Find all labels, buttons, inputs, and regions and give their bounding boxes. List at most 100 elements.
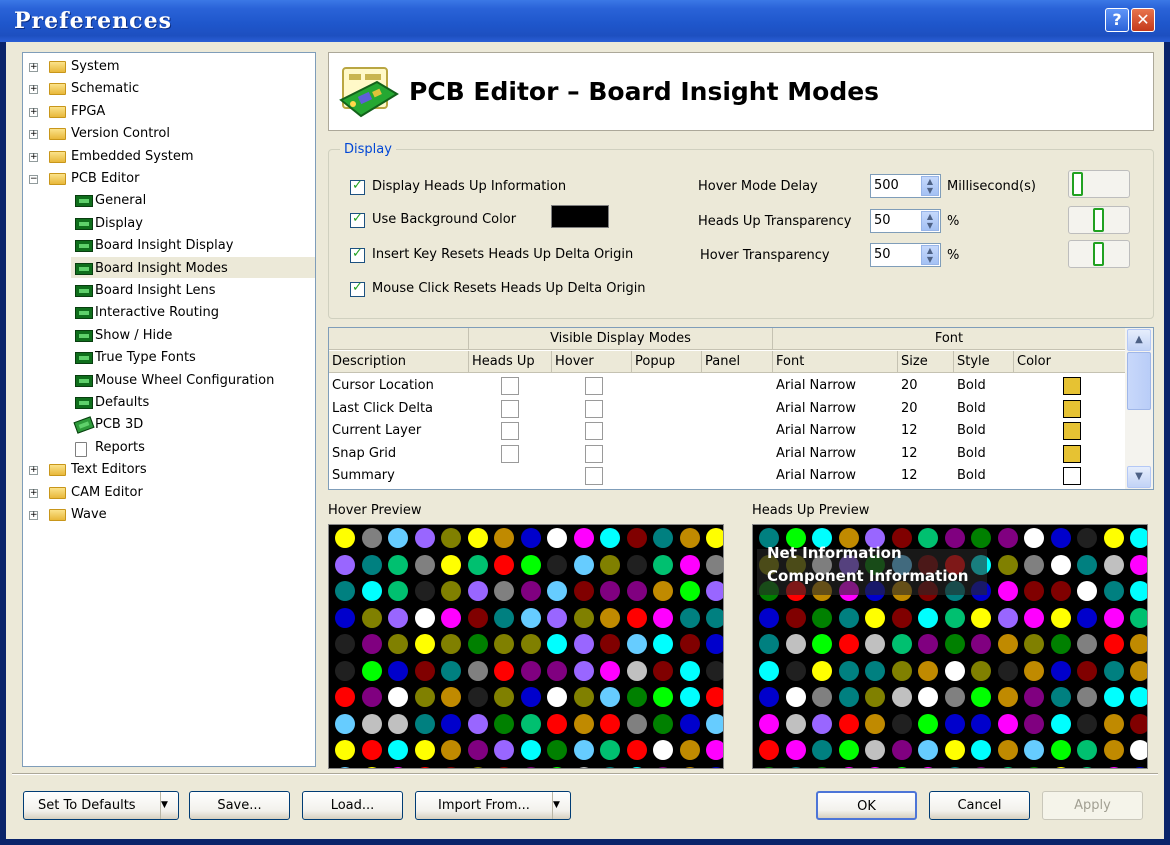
tree-item-pcb-3d[interactable]: PCB 3D xyxy=(23,415,315,435)
heads-up-checkbox[interactable] xyxy=(501,377,519,395)
hover-transparency-spinner[interactable]: 50 ▲ ▼ xyxy=(870,243,941,267)
hover-checkbox[interactable] xyxy=(585,467,603,485)
collapse-icon[interactable]: − xyxy=(29,175,38,184)
display-heads-up-checkbox[interactable]: ✓ xyxy=(350,178,365,195)
apply-button[interactable]: Apply xyxy=(1042,791,1143,820)
tree-item-version-control[interactable]: + Version Control xyxy=(23,124,315,144)
hover-checkbox[interactable] xyxy=(585,399,603,418)
heads-up-checkbox[interactable] xyxy=(501,399,519,418)
col-hover[interactable]: Hover xyxy=(552,351,632,373)
col-description[interactable]: Description xyxy=(329,351,469,373)
col-heads-up[interactable]: Heads Up xyxy=(469,351,552,373)
tree-item-fpga[interactable]: + FPGA xyxy=(23,102,315,122)
tree-item-true-type-fonts[interactable]: True Type Fonts xyxy=(23,348,315,368)
color-swatch[interactable] xyxy=(1063,444,1081,463)
spinner-arrows-icon[interactable]: ▲ ▼ xyxy=(921,211,939,231)
preview-dot xyxy=(865,607,885,628)
tree-item-board-insight-lens[interactable]: Board Insight Lens xyxy=(23,281,315,301)
tree-item-board-insight-display[interactable]: Board Insight Display xyxy=(23,236,315,256)
tree-item-cam-editor[interactable]: + CAM Editor xyxy=(23,483,315,503)
tree-item-mouse-wheel-configuration[interactable]: Mouse Wheel Configuration xyxy=(23,371,315,391)
hover-checkbox[interactable] xyxy=(585,444,603,463)
table-row[interactable]: Snap Grid Arial Narrow 12 Bold xyxy=(329,443,1125,465)
color-swatch[interactable] xyxy=(1063,422,1081,440)
mouse-click-resets-checkbox[interactable]: ✓ xyxy=(350,280,365,297)
slider-thumb-icon[interactable] xyxy=(1093,208,1104,232)
table-row[interactable]: Last Click Delta Arial Narrow 20 Bold xyxy=(329,398,1125,420)
heads-up-checkbox[interactable] xyxy=(501,444,519,463)
expand-icon[interactable]: + xyxy=(29,488,38,498)
background-color-swatch[interactable] xyxy=(551,205,609,228)
scroll-up-icon[interactable]: ▲ xyxy=(1127,329,1151,351)
table-scrollbar[interactable]: ▲ ▼ xyxy=(1125,328,1153,489)
tree-item-wave[interactable]: + Wave xyxy=(23,505,315,525)
tree-item-schematic[interactable]: + Schematic xyxy=(23,79,315,99)
scroll-thumb[interactable] xyxy=(1127,352,1151,410)
hover-mode-delay-spinner[interactable]: 500 ▲ ▼ xyxy=(870,174,941,198)
tree-item-pcb-editor[interactable]: − PCB Editor xyxy=(23,169,315,189)
expand-icon[interactable]: + xyxy=(29,63,38,72)
cancel-button[interactable]: Cancel xyxy=(929,791,1030,820)
tree-item-show-hide[interactable]: Show / Hide xyxy=(23,326,315,346)
col-size[interactable]: Size xyxy=(898,351,954,373)
use-background-color-checkbox[interactable]: ✓ xyxy=(350,211,365,228)
title-bar[interactable]: Preferences ? ✕ xyxy=(0,0,1170,42)
tree-item-label: Interactive Routing xyxy=(95,305,220,321)
tree-item-general[interactable]: General xyxy=(23,191,315,211)
hover-checkbox[interactable] xyxy=(585,377,603,395)
table-row[interactable]: Cursor Location Arial Narrow 20 Bold xyxy=(329,375,1125,397)
expand-icon[interactable]: + xyxy=(29,511,38,520)
dropdown-arrow-icon[interactable]: ▼ xyxy=(160,792,178,819)
tree-item-display[interactable]: Display xyxy=(23,214,315,234)
table-row[interactable]: Current Layer Arial Narrow 12 Bold xyxy=(329,420,1125,442)
expand-icon[interactable]: + xyxy=(29,152,38,162)
tree-item-text-editors[interactable]: + Text Editors xyxy=(23,460,315,480)
heads-up-transparency-spinner[interactable]: 50 ▲ ▼ xyxy=(870,209,941,233)
col-panel[interactable]: Panel xyxy=(702,351,773,373)
hover-transparency-slider[interactable] xyxy=(1068,240,1130,268)
color-swatch[interactable] xyxy=(1063,377,1081,395)
col-style[interactable]: Style xyxy=(954,351,1014,373)
heads-up-checkbox[interactable] xyxy=(501,422,519,440)
set-to-defaults-button[interactable]: Set To Defaults ▼ xyxy=(23,791,179,820)
scroll-down-icon[interactable]: ▼ xyxy=(1127,466,1151,488)
help-button[interactable]: ? xyxy=(1105,8,1129,32)
tree-item-embedded-system[interactable]: + Embedded System xyxy=(23,147,315,167)
close-button[interactable]: ✕ xyxy=(1131,8,1155,32)
expand-icon[interactable]: + xyxy=(29,466,38,476)
import-from-button[interactable]: Import From... ▼ xyxy=(415,791,571,820)
color-swatch[interactable] xyxy=(1063,467,1081,485)
preview-dot xyxy=(467,581,488,601)
save-button[interactable]: Save... xyxy=(189,791,290,820)
hover-delay-slider[interactable] xyxy=(1068,170,1130,198)
tree-item-reports[interactable]: Reports xyxy=(23,438,315,458)
slider-thumb-icon[interactable] xyxy=(1093,242,1104,266)
tree-item-system[interactable]: + System xyxy=(23,57,315,77)
heads-up-transparency-slider[interactable] xyxy=(1068,206,1130,234)
expand-icon[interactable]: + xyxy=(29,85,38,95)
preview-dot xyxy=(335,687,355,707)
col-popup[interactable]: Popup xyxy=(632,351,702,373)
color-swatch[interactable] xyxy=(1063,399,1081,418)
dropdown-arrow-icon[interactable]: ▼ xyxy=(552,792,570,819)
insert-key-resets-checkbox[interactable]: ✓ xyxy=(350,246,365,263)
table-row[interactable]: Summary Arial Narrow 12 Bold xyxy=(329,465,1125,487)
col-font[interactable]: Font xyxy=(773,351,898,373)
preview-dot xyxy=(547,687,567,707)
display-modes-table[interactable]: Visible Display Modes Font Description H… xyxy=(328,327,1154,490)
preferences-tree[interactable]: + System + Schematic + FPGA + Version Control + E… xyxy=(22,52,316,767)
spinner-arrows-icon[interactable]: ▲ ▼ xyxy=(921,245,939,265)
preview-dot xyxy=(944,687,965,707)
hover-checkbox[interactable] xyxy=(585,422,603,440)
preview-dot xyxy=(414,607,435,628)
ok-button[interactable]: OK xyxy=(816,791,917,820)
tree-item-interactive-routing[interactable]: Interactive Routing xyxy=(23,303,315,323)
spinner-arrows-icon[interactable]: ▲ ▼ xyxy=(921,176,939,196)
slider-thumb-icon[interactable] xyxy=(1072,172,1083,196)
tree-item-board-insight-modes[interactable]: Board Insight Modes xyxy=(23,259,315,279)
col-color[interactable]: Color xyxy=(1014,351,1125,373)
tree-item-defaults[interactable]: Defaults xyxy=(23,393,315,413)
expand-icon[interactable]: + xyxy=(29,107,38,117)
load-button[interactable]: Load... xyxy=(302,791,403,820)
expand-icon[interactable]: + xyxy=(29,130,38,140)
